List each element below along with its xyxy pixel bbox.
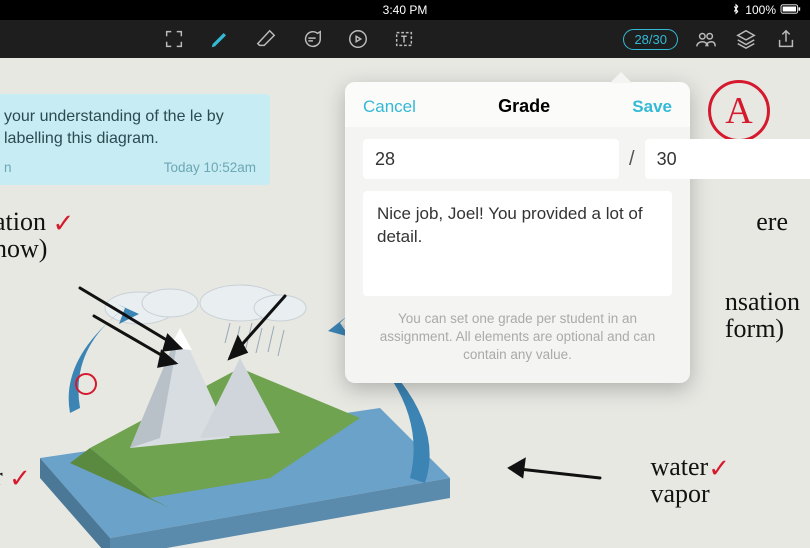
pencil-icon[interactable] xyxy=(208,27,232,51)
layers-icon[interactable] xyxy=(734,27,758,51)
battery-percent: 100% xyxy=(745,3,776,17)
chat-icon[interactable] xyxy=(300,27,324,51)
outof-input[interactable] xyxy=(645,139,810,179)
save-button[interactable]: Save xyxy=(632,97,672,117)
toolbar: 28/30 xyxy=(0,20,810,58)
battery-icon xyxy=(780,3,802,17)
slash-separator: / xyxy=(629,148,635,171)
bluetooth-icon xyxy=(731,3,741,18)
comment-textarea[interactable]: Nice job, Joel! You provided a lot of de… xyxy=(363,191,672,296)
voice-chat-icon[interactable] xyxy=(346,27,370,51)
people-icon[interactable] xyxy=(694,27,718,51)
text-box-icon[interactable] xyxy=(392,27,416,51)
eraser-icon[interactable] xyxy=(254,27,278,51)
popover-title: Grade xyxy=(498,96,550,117)
grade-pill[interactable]: 28/30 xyxy=(623,29,678,50)
canvas[interactable]: your understanding of the le by labellin… xyxy=(0,58,810,506)
score-input[interactable] xyxy=(363,139,619,179)
fullscreen-icon[interactable] xyxy=(162,27,186,51)
status-bar: 3:40 PM 100% xyxy=(0,0,810,20)
cancel-button[interactable]: Cancel xyxy=(363,97,416,117)
share-icon[interactable] xyxy=(774,27,798,51)
status-right: 100% xyxy=(731,3,802,18)
status-time: 3:40 PM xyxy=(383,3,428,17)
grade-popover: Cancel Grade Save / Nice job, Joel! You … xyxy=(345,82,690,383)
red-circle-annotation xyxy=(75,373,97,395)
popover-hint: You can set one grade per student in an … xyxy=(345,296,690,383)
